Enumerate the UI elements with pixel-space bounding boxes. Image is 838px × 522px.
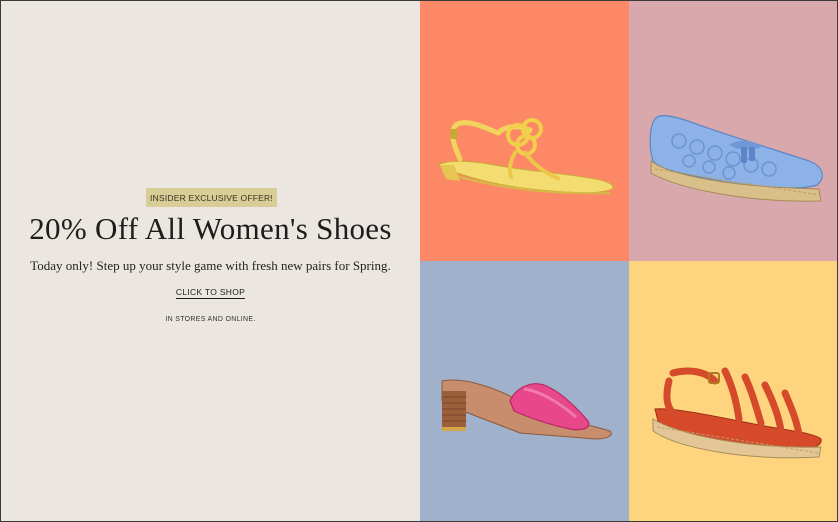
blue-espadrille-image xyxy=(649,115,823,202)
shop-link-wrapper: CLICK TO SHOP xyxy=(1,287,420,299)
pink-slide-image xyxy=(441,379,612,440)
red-sandal-image xyxy=(652,367,822,459)
product-tile-yellow-sandal[interactable] xyxy=(420,1,629,261)
yellow-sandal-image xyxy=(436,118,614,195)
product-tile-pink-slide[interactable] xyxy=(420,261,629,521)
promo-text-panel: INSIDER EXCLUSIVE OFFER! 20% Off All Wom… xyxy=(1,1,420,521)
promo-subtext: Today only! Step up your style game with… xyxy=(30,258,391,273)
promo-headline: 20% Off All Women's Shoes xyxy=(29,211,392,246)
click-to-shop-link[interactable]: CLICK TO SHOP xyxy=(175,287,246,299)
availability-note: IN STORES AND ONLINE. xyxy=(165,316,256,323)
promo-banner[interactable]: INSIDER EXCLUSIVE OFFER! 20% Off All Wom… xyxy=(0,0,838,522)
offer-badge: INSIDER EXCLUSIVE OFFER! xyxy=(146,188,277,207)
product-tile-red-sandal[interactable] xyxy=(629,261,837,521)
product-tile-blue-espadrille[interactable] xyxy=(629,1,837,261)
